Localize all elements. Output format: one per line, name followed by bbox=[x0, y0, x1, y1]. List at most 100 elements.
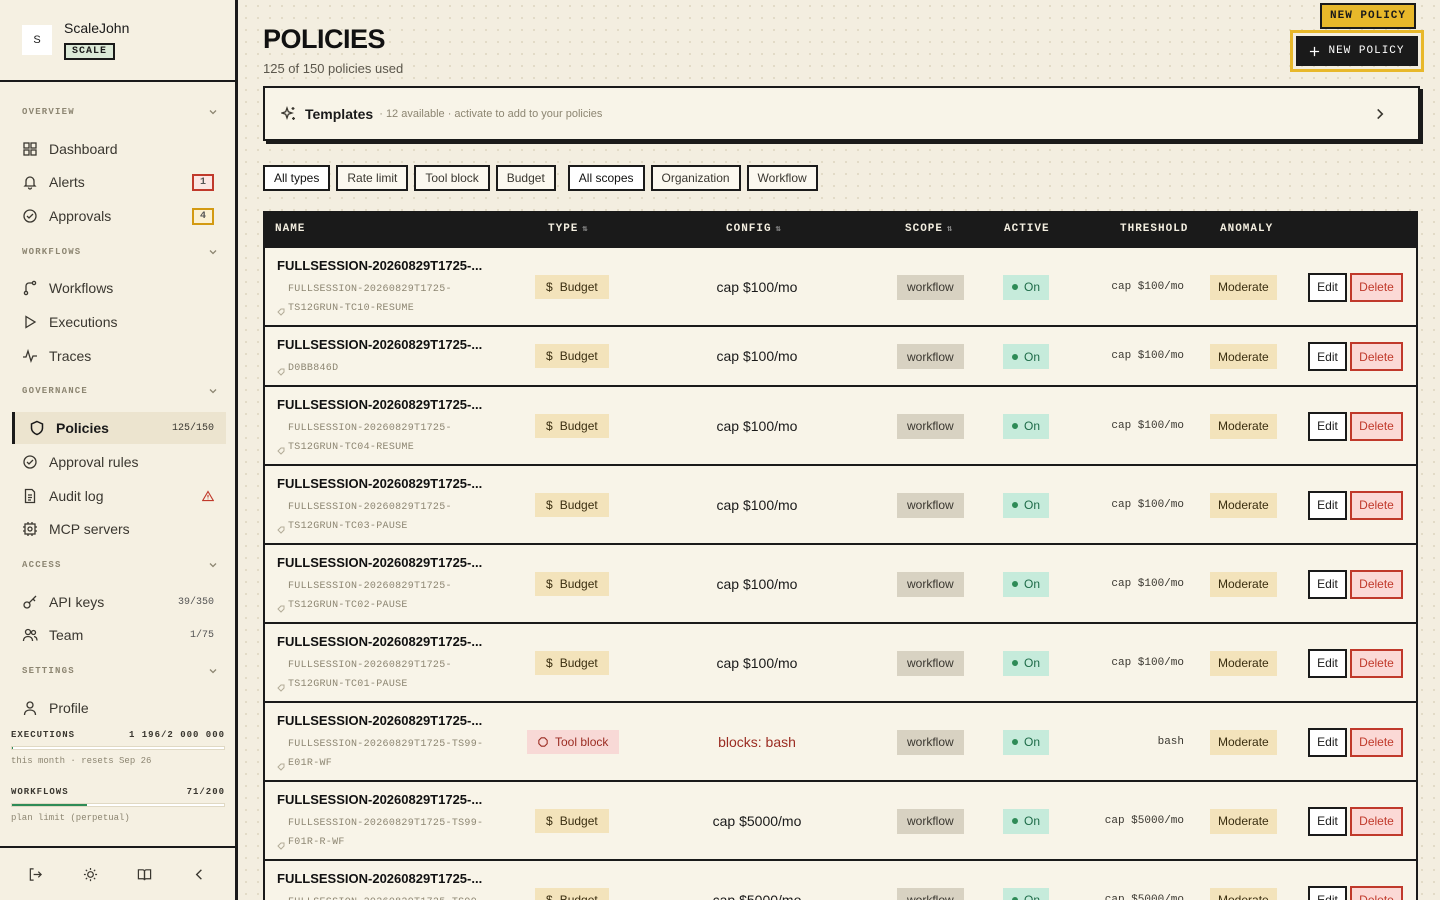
header-scope[interactable]: SCOPE ⇅ bbox=[905, 223, 953, 235]
edit-button[interactable]: Edit bbox=[1308, 342, 1347, 371]
sidebar-item-executions[interactable]: Executions bbox=[12, 306, 226, 338]
sidebar-item-profile[interactable]: Profile bbox=[12, 692, 226, 724]
sidebar-item-label: API keys bbox=[49, 594, 105, 610]
edit-button[interactable]: Edit bbox=[1308, 272, 1347, 302]
policy-name[interactable]: FULLSESSION-20260829T1725-... bbox=[277, 713, 522, 728]
table-row[interactable]: FULLSESSION-20260829T1725-... FULLSESSIO… bbox=[263, 545, 1418, 624]
sun-icon[interactable] bbox=[83, 867, 98, 882]
policy-name[interactable]: FULLSESSION-20260829T1725-... bbox=[277, 476, 522, 491]
config-value: cap $100/mo bbox=[716, 654, 798, 671]
sidebar-item-approvals[interactable]: Approvals 4 bbox=[12, 200, 226, 232]
header-name[interactable]: NAME bbox=[275, 223, 305, 235]
table-row[interactable]: FULLSESSION-20260829T1725-... FULLSESSIO… bbox=[263, 624, 1418, 703]
edit-button[interactable]: Edit bbox=[1308, 806, 1347, 836]
edit-button[interactable]: Edit bbox=[1308, 569, 1347, 599]
header-type[interactable]: TYPE ⇅ bbox=[548, 223, 589, 235]
config-value: cap $100/mo bbox=[716, 417, 798, 434]
logout-icon[interactable] bbox=[28, 867, 43, 882]
sidebar-item-policies[interactable]: Policies 125/150 bbox=[12, 412, 226, 444]
sidebar-footer bbox=[0, 846, 235, 900]
dollar-icon: $ bbox=[546, 813, 553, 828]
policy-name[interactable]: FULLSESSION-20260829T1725-... bbox=[277, 555, 522, 570]
section-workflows[interactable]: WORKFLOWS bbox=[22, 247, 218, 257]
filter-all-scopes[interactable]: All scopes bbox=[567, 165, 645, 191]
account-switcher[interactable]: S ScaleJohn SCALE bbox=[0, 0, 235, 82]
active-badge[interactable]: On bbox=[1003, 344, 1050, 369]
filter-tool-block[interactable]: Tool block bbox=[414, 165, 490, 191]
sidebar-item-label: Audit log bbox=[49, 488, 104, 504]
delete-button[interactable]: Delete bbox=[1350, 272, 1403, 302]
table-row[interactable]: FULLSESSION-20260829T1725-... FULLSESSIO… bbox=[263, 861, 1418, 900]
edit-button[interactable]: Edit bbox=[1308, 648, 1347, 678]
active-badge[interactable]: On bbox=[1003, 887, 1050, 900]
section-overview[interactable]: OVERVIEW bbox=[22, 107, 218, 117]
table-row[interactable]: FULLSESSION-20260829T1725-... FULLSESSIO… bbox=[263, 782, 1418, 861]
table-row[interactable]: FULLSESSION-20260829T1725-... FULLSESSIO… bbox=[263, 466, 1418, 545]
filter-rate-limit[interactable]: Rate limit bbox=[336, 165, 409, 191]
delete-button[interactable]: Delete bbox=[1350, 885, 1403, 900]
delete-button[interactable]: Delete bbox=[1350, 490, 1403, 520]
new-policy-button[interactable]: NEW POLICY bbox=[1296, 36, 1418, 66]
type-badge: $ Budget bbox=[535, 492, 609, 517]
sidebar-item-alerts[interactable]: Alerts 1 bbox=[12, 166, 226, 198]
sort-icon: ⇅ bbox=[775, 224, 783, 234]
active-badge[interactable]: On bbox=[1003, 571, 1050, 597]
delete-button[interactable]: Delete bbox=[1350, 569, 1403, 599]
book-icon[interactable] bbox=[137, 867, 152, 882]
delete-button[interactable]: Delete bbox=[1350, 648, 1403, 678]
table-row[interactable]: FULLSESSION-20260829T1725-... FULLSESSIO… bbox=[263, 248, 1418, 327]
delete-button[interactable]: Delete bbox=[1350, 342, 1403, 371]
filter-all-types[interactable]: All types bbox=[263, 165, 331, 191]
header-label: ACTIVE bbox=[1004, 223, 1050, 235]
key-icon bbox=[23, 595, 37, 609]
sidebar-item-api-keys[interactable]: API keys 39/350 bbox=[12, 586, 226, 618]
sidebar-item-dashboard[interactable]: Dashboard bbox=[12, 133, 226, 165]
dollar-icon: $ bbox=[546, 576, 553, 591]
policy-name[interactable]: FULLSESSION-20260829T1725-... bbox=[277, 634, 522, 649]
edit-button[interactable]: Edit bbox=[1308, 411, 1347, 441]
sidebar-item-workflows[interactable]: Workflows bbox=[12, 272, 226, 304]
filter-organization[interactable]: Organization bbox=[650, 165, 741, 191]
filter-workflow[interactable]: Workflow bbox=[746, 165, 818, 191]
policy-name[interactable]: FULLSESSION-20260829T1725-... bbox=[277, 258, 522, 273]
header-config[interactable]: CONFIG ⇅ bbox=[726, 223, 782, 235]
activity-icon bbox=[23, 348, 37, 363]
sidebar-item-traces[interactable]: Traces bbox=[12, 340, 226, 372]
sidebar-item-team[interactable]: Team 1/75 bbox=[12, 619, 226, 651]
section-governance[interactable]: GOVERNANCE bbox=[22, 386, 218, 396]
edit-button[interactable]: Edit bbox=[1308, 490, 1347, 520]
edit-button[interactable]: Edit bbox=[1308, 885, 1347, 900]
active-badge[interactable]: On bbox=[1003, 492, 1050, 518]
section-access[interactable]: ACCESS bbox=[22, 560, 218, 570]
filter-budget[interactable]: Budget bbox=[495, 165, 556, 191]
delete-button[interactable]: Delete bbox=[1350, 727, 1403, 757]
type-badge: Tool block bbox=[527, 729, 620, 754]
active-badge[interactable]: On bbox=[1003, 650, 1050, 676]
active-badge[interactable]: On bbox=[1003, 274, 1050, 300]
section-label: OVERVIEW bbox=[22, 107, 75, 117]
section-settings[interactable]: SETTINGS bbox=[22, 666, 218, 676]
collapse-sidebar-icon[interactable] bbox=[192, 867, 207, 882]
policy-name[interactable]: FULLSESSION-20260829T1725-... bbox=[277, 397, 522, 412]
policy-id-line-2: TS12GRUN-TC03-PAUSE bbox=[288, 521, 408, 532]
delete-button[interactable]: Delete bbox=[1350, 411, 1403, 441]
sidebar-item-mcp-servers[interactable]: MCP servers bbox=[12, 513, 226, 545]
delete-button[interactable]: Delete bbox=[1350, 806, 1403, 836]
threshold-value: cap $100/mo bbox=[1111, 656, 1184, 669]
active-badge[interactable]: On bbox=[1003, 413, 1050, 439]
policy-name[interactable]: FULLSESSION-20260829T1725-... bbox=[277, 792, 522, 807]
templates-panel[interactable]: Templates · 12 available · activate to a… bbox=[263, 86, 1420, 141]
policy-name[interactable]: FULLSESSION-20260829T1725-... bbox=[277, 337, 522, 352]
scope-badge: workflow bbox=[897, 492, 964, 518]
table-row[interactable]: FULLSESSION-20260829T1725-... FULLSESSIO… bbox=[263, 703, 1418, 782]
sidebar-item-label: Traces bbox=[49, 348, 92, 364]
policy-name[interactable]: FULLSESSION-20260829T1725-... bbox=[277, 871, 522, 886]
active-badge[interactable]: On bbox=[1003, 808, 1050, 834]
table-row[interactable]: FULLSESSION-20260829T1725-... FULLSESSIO… bbox=[263, 387, 1418, 466]
edit-button[interactable]: Edit bbox=[1308, 727, 1347, 757]
sidebar-item-audit-log[interactable]: Audit log bbox=[12, 480, 226, 512]
table-row[interactable]: FULLSESSION-20260829T1725-... D0BB846D $… bbox=[263, 327, 1418, 387]
chip-icon bbox=[23, 522, 37, 536]
active-badge[interactable]: On bbox=[1003, 729, 1050, 755]
sidebar-item-approval-rules[interactable]: Approval rules bbox=[12, 446, 226, 478]
